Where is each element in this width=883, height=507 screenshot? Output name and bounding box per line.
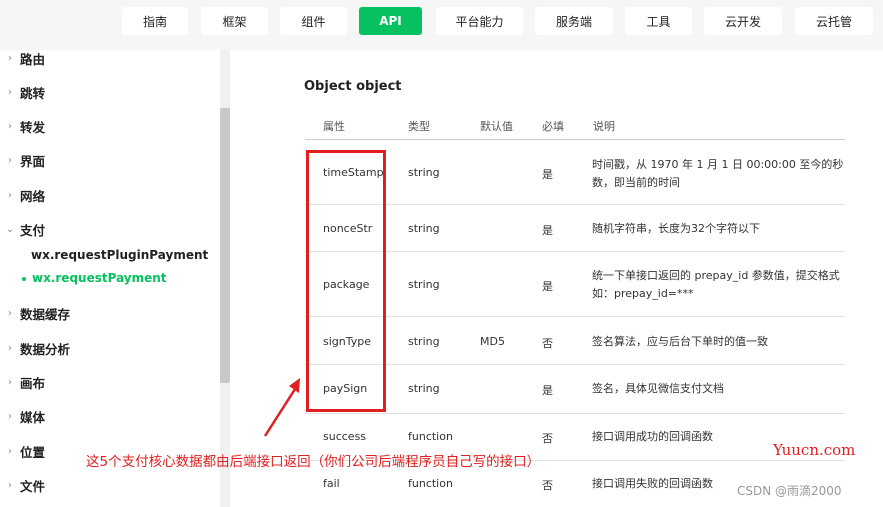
sidebar-item-label: 位置 xyxy=(20,444,46,460)
sidebar-item-label: 网络 xyxy=(20,188,46,204)
tab-server[interactable]: 服务端 xyxy=(535,7,613,35)
param-type: string xyxy=(408,222,440,235)
sidebar-item-label: 数据缓存 xyxy=(20,306,71,322)
param-type: string xyxy=(408,335,440,348)
chevron-right-icon: › xyxy=(8,189,12,201)
sidebar-item-media[interactable]: › 媒体 xyxy=(0,405,45,427)
annotation-text: 这5个支付核心数据都由后端接口返回（你们公司后端程序员自己写的接口） xyxy=(86,454,541,470)
sidebar-item-label: 文件 xyxy=(20,478,46,494)
watermark-site: Yuucn.com xyxy=(773,441,856,459)
chevron-right-icon: › xyxy=(8,410,12,422)
table-row-divider xyxy=(305,413,845,414)
sidebar-item-file[interactable]: › 文件 xyxy=(0,474,45,496)
section-title: Object object xyxy=(304,79,402,94)
param-required: 否 xyxy=(542,432,553,445)
sidebar-item-analytics[interactable]: › 数据分析 xyxy=(0,337,70,359)
sidebar-item-location[interactable]: › 位置 xyxy=(0,440,45,462)
table-header-type: 类型 xyxy=(408,120,430,133)
tab-platform[interactable]: 平台能力 xyxy=(436,7,523,35)
param-required: 是 xyxy=(542,280,553,293)
param-description: 时间戳，从 1970 年 1 月 1 日 00:00:00 至今的秒数，即当前的… xyxy=(592,158,844,189)
top-nav: 指南 框架 组件 API 平台能力 服务端 工具 云开发 云托管 xyxy=(0,0,883,50)
table-header-divider xyxy=(305,139,845,140)
param-name: fail xyxy=(323,477,340,490)
sidebar-item-label: 转发 xyxy=(20,119,46,135)
sidebar-item-label: 跳转 xyxy=(20,85,46,101)
tab-cloud-dev[interactable]: 云开发 xyxy=(704,7,782,35)
table-header-description: 说明 xyxy=(593,120,615,133)
sidebar-item-label: 媒体 xyxy=(20,409,46,425)
param-type: string xyxy=(408,166,440,179)
chevron-right-icon: › xyxy=(8,376,12,388)
sidebar-item-label: 数据分析 xyxy=(20,341,71,357)
param-default: MD5 xyxy=(480,335,505,348)
sidebar-item-route[interactable]: › 路由 xyxy=(0,47,45,69)
active-dot-icon xyxy=(22,276,26,281)
param-required: 否 xyxy=(542,337,553,350)
table-row-divider xyxy=(305,316,845,317)
sidebar-item-label: 支付 xyxy=(20,222,46,238)
sidebar-item-ui[interactable]: › 界面 xyxy=(0,149,45,171)
sidebar-subitem-request-plugin-payment[interactable]: wx.requestPluginPayment xyxy=(31,248,208,262)
annotation-highlight-box xyxy=(306,150,386,412)
param-type: string xyxy=(408,278,440,291)
chevron-right-icon: › xyxy=(8,154,12,166)
tab-api[interactable]: API xyxy=(359,7,422,35)
sidebar-item-navigate[interactable]: › 跳转 xyxy=(0,81,45,103)
sidebar-item-storage[interactable]: › 数据缓存 xyxy=(0,302,70,324)
table-header-default: 默认值 xyxy=(480,120,513,133)
param-required: 否 xyxy=(542,479,553,492)
sidebar-item-canvas[interactable]: › 画布 xyxy=(0,371,45,393)
chevron-right-icon: › xyxy=(8,52,12,64)
chevron-right-icon: › xyxy=(8,479,12,491)
table-header-required: 必填 xyxy=(542,120,564,133)
param-description: 签名，具体见微信支付文档 xyxy=(592,382,724,395)
chevron-down-icon: ⌄ xyxy=(5,223,15,235)
sidebar-item-payment[interactable]: ⌄ 支付 xyxy=(0,218,45,240)
chevron-right-icon: › xyxy=(8,86,12,98)
table-row-divider xyxy=(305,251,845,252)
sidebar-item-network[interactable]: › 网络 xyxy=(0,184,45,206)
chevron-right-icon: › xyxy=(8,342,12,354)
sidebar-item-label: 界面 xyxy=(20,153,46,169)
tab-framework[interactable]: 框架 xyxy=(201,7,268,35)
chevron-right-icon: › xyxy=(8,120,12,132)
table-row-divider xyxy=(305,364,845,365)
sidebar-subitem-label: wx.requestPayment xyxy=(32,271,167,285)
tab-guide[interactable]: 指南 xyxy=(122,7,188,35)
param-description: 统一下单接口返回的 prepay_id 参数值，提交格式如：prepay_id=… xyxy=(592,269,840,300)
param-required: 是 xyxy=(542,384,553,397)
tab-tools[interactable]: 工具 xyxy=(625,7,692,35)
sidebar-subitem-request-payment[interactable]: wx.requestPayment xyxy=(22,271,167,285)
watermark-csdn: CSDN @雨滴2000 xyxy=(737,484,842,498)
param-type: function xyxy=(408,430,453,443)
param-description: 签名算法，应与后台下单时的值一致 xyxy=(592,335,768,348)
chevron-right-icon: › xyxy=(8,445,12,457)
table-header-name: 属性 xyxy=(323,120,345,133)
param-type: function xyxy=(408,477,453,490)
tab-components[interactable]: 组件 xyxy=(280,7,347,35)
tab-cloud-hosting[interactable]: 云托管 xyxy=(795,7,873,35)
sidebar-item-share[interactable]: › 转发 xyxy=(0,115,45,137)
param-required: 是 xyxy=(542,224,553,237)
sidebar-scrollbar-thumb[interactable] xyxy=(220,108,230,383)
param-description: 随机字符串，长度为32个字符以下 xyxy=(592,222,760,235)
table-row-divider xyxy=(305,204,845,205)
param-type: string xyxy=(408,382,440,395)
sidebar-item-label: 路由 xyxy=(20,51,46,67)
sidebar-item-label: 画布 xyxy=(20,375,46,391)
chevron-right-icon: › xyxy=(8,307,12,319)
param-required: 是 xyxy=(542,168,553,181)
param-name: success xyxy=(323,430,367,443)
